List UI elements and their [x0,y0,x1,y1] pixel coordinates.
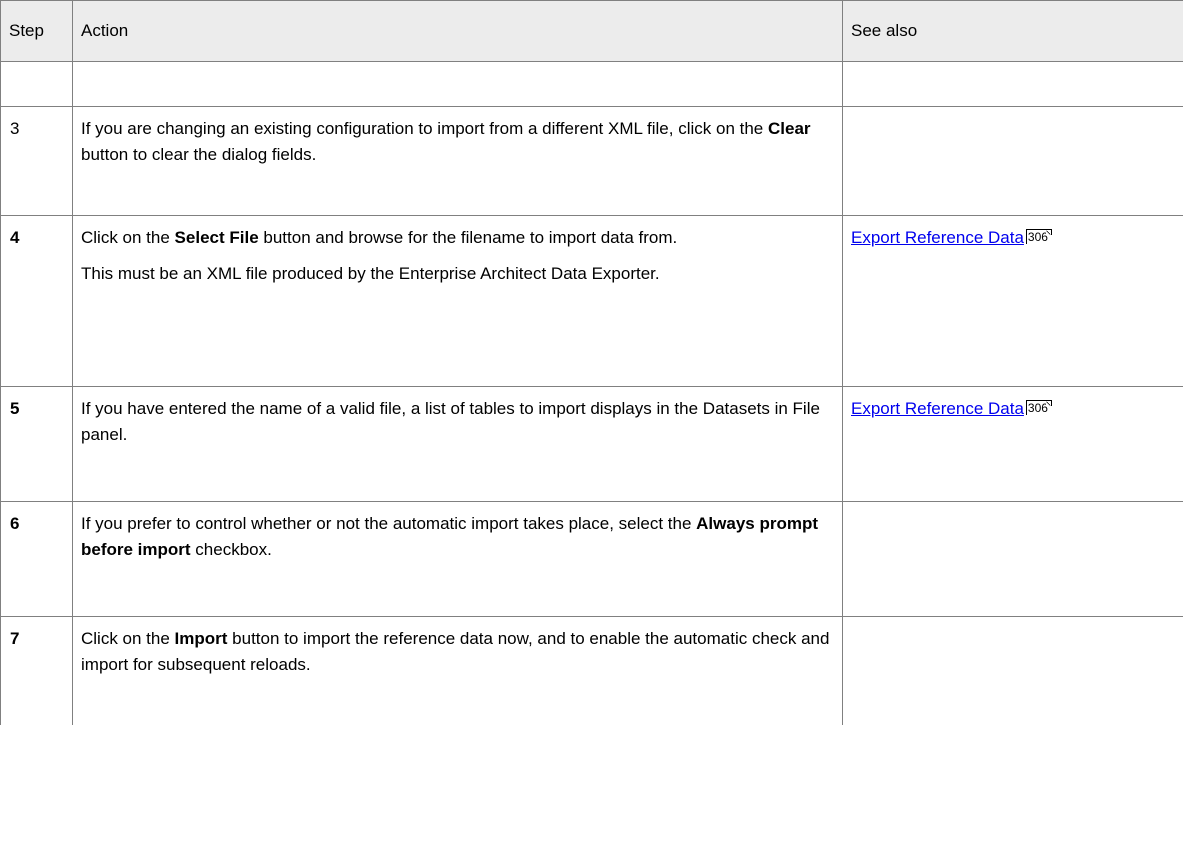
step-number: 3 [10,119,20,138]
action-text: If you have entered the name of a valid … [74,388,842,449]
see-also-cell [842,616,1183,725]
action-paragraph: If you have entered the name of a valid … [81,396,834,448]
header-action: Action [72,0,843,62]
action-text: Click on the Import button to import the… [74,617,842,678]
ui-term-select-file: Select File [174,228,259,247]
step-cell: 5 [0,386,73,502]
action-text-run: Click on the [81,228,175,247]
action-cell: If you prefer to control whether or not … [72,501,843,617]
ui-term-import: Import [174,629,228,648]
step-cell [0,61,73,107]
page-reference-icon[interactable]: 306 [1025,400,1052,415]
action-paragraph: Click on the Select File button and brow… [81,225,834,251]
header-see-also-label: See also [851,21,918,40]
export-reference-data-link[interactable]: Export Reference Data [851,399,1024,418]
table-row: 7 Click on the Import button to import t… [0,616,1183,725]
action-text-run: button to clear the dialog fields. [81,145,317,164]
header-see-also: See also [842,0,1183,62]
see-also-cell [842,106,1183,216]
table-row: 4 Click on the Select File button and br… [0,215,1183,387]
step-cell: 6 [0,501,73,617]
table-row: 3 If you are changing an existing config… [0,106,1183,216]
action-text-run: checkbox. [190,540,272,559]
ui-term-clear: Clear [767,119,811,138]
step-number: 5 [10,399,20,418]
step-cell: 4 [0,215,73,387]
action-text-run: If you have entered the name of a valid … [81,399,820,444]
see-also-cell: Export Reference Data 306 [842,215,1183,387]
step-cell: 7 [0,616,73,725]
see-also-content [844,63,1183,72]
action-cell: If you are changing an existing configur… [72,106,843,216]
see-also-content [844,617,1183,626]
steps-table: Step Action See also 3 If you are changi… [0,0,1183,725]
see-also-content [844,503,1183,512]
action-text: Click on the Select File button and brow… [74,217,842,288]
step-number: 7 [10,629,20,648]
action-paragraph: If you are changing an existing configur… [81,116,834,168]
action-cell [72,61,843,107]
action-text: If you are changing an existing configur… [74,108,842,169]
page-reference-icon[interactable]: 306 [1025,229,1052,244]
action-text-run: This must be an XML file produced by the… [81,264,660,283]
see-also-cell: Export Reference Data 306 [842,386,1183,502]
action-text-run: button and browse for the filename to im… [258,228,678,247]
action-cell: Click on the Import button to import the… [72,616,843,725]
table-row: 5 If you have entered the name of a vali… [0,386,1183,502]
header-action-label: Action [81,21,129,40]
see-also-content [844,108,1183,117]
step-number [2,63,72,72]
table-row [0,61,1183,107]
see-also-content: Export Reference Data 306 [844,388,1183,423]
action-cell: If you have entered the name of a valid … [72,386,843,502]
see-also-cell [842,61,1183,107]
action-paragraph: Click on the Import button to import the… [81,626,834,678]
action-text-run: If you prefer to control whether or not … [81,514,697,533]
action-paragraph: This must be an XML file produced by the… [81,261,834,287]
see-also-content: Export Reference Data 306 [844,217,1183,252]
step-cell: 3 [0,106,73,216]
table-row: 6 If you prefer to control whether or no… [0,501,1183,617]
step-number: 4 [10,228,20,247]
step-number: 6 [10,514,20,533]
export-reference-data-link[interactable]: Export Reference Data [851,228,1024,247]
action-text [74,63,842,72]
header-step-label: Step [9,21,44,40]
see-also-cell [842,501,1183,617]
action-paragraph: If you prefer to control whether or not … [81,511,834,563]
action-text: If you prefer to control whether or not … [74,503,842,564]
header-row: Step Action See also [0,0,1183,62]
action-cell: Click on the Select File button and brow… [72,215,843,387]
action-text-run: If you are changing an existing configur… [81,119,768,138]
action-text-run: Click on the [81,629,175,648]
header-step: Step [0,0,73,62]
